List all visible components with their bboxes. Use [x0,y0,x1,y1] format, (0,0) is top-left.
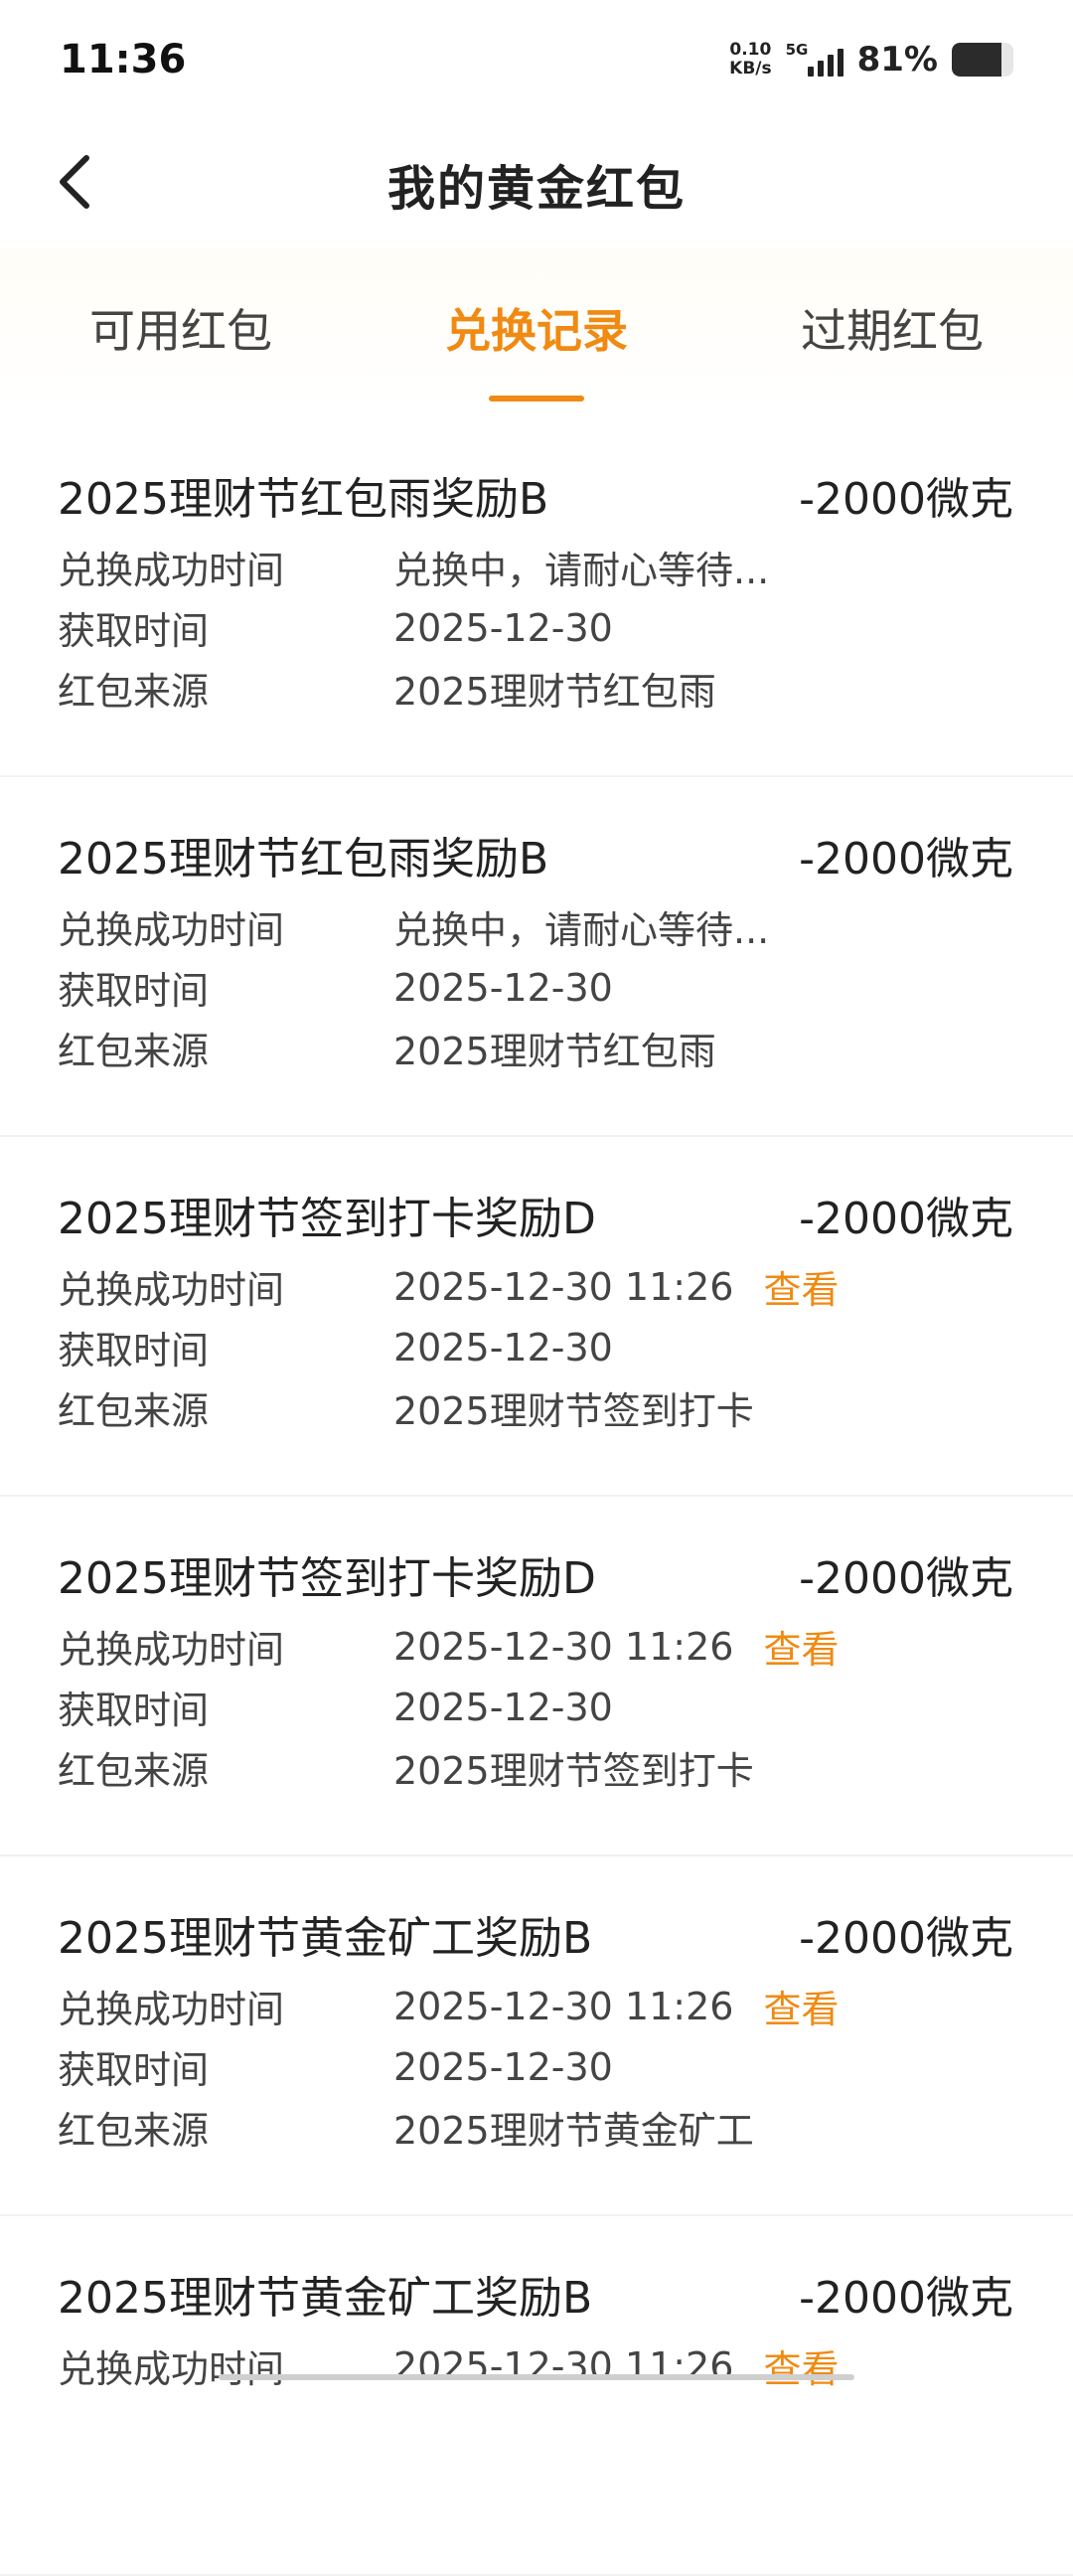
net-speed-unit: KB/s [729,60,771,79]
tab-expired-label: 过期红包 [801,295,984,361]
exchange-time-value: 2025-12-30 11:26 [393,1265,733,1309]
status-time: 11:36 [60,37,186,82]
records-list: 2025理财节红包雨奖励B -2000微克 兑换成功时间 兑换中，请耐心等待..… [0,417,1073,2576]
source-label: 红包来源 [58,1740,393,1795]
record-amount: -2000微克 [799,823,1013,886]
exchange-time-label: 兑换成功时间 [58,540,393,594]
tab-exchange-records-label: 兑换记录 [445,295,628,361]
view-link[interactable]: 查看 [763,1619,839,1674]
exchange-time-value: 兑换中，请耐心等待... [393,899,769,954]
source-value: 2025理财节红包雨 [393,1021,716,1075]
exchange-time-value: 2025-12-30 11:26 [393,1625,733,1669]
list-item[interactable]: 2025理财节红包雨奖励B -2000微克 兑换成功时间 兑换中，请耐心等待..… [0,777,1073,1137]
source-value: 2025理财节红包雨 [393,661,716,716]
record-amount: -2000微克 [799,1542,1013,1606]
record-amount: -2000微克 [799,1902,1013,1966]
chevron-left-icon [55,152,94,212]
record-title: 2025理财节黄金矿工奖励B [58,1902,592,1966]
tab-bar: 可用红包 兑换记录 过期红包 [0,248,1073,407]
record-title: 2025理财节黄金矿工奖励B [58,2262,592,2326]
nav-bar: 我的黄金红包 [0,119,1073,248]
obtain-time-label: 获取时间 [58,1320,393,1374]
list-item[interactable]: 2025理财节红包雨奖励B -2000微克 兑换成功时间 兑换中，请耐心等待..… [0,417,1073,777]
tab-exchange-records[interactable]: 兑换记录 [415,248,658,407]
obtain-time-label: 获取时间 [58,600,393,655]
source-value: 2025理财节签到打卡 [393,1380,754,1435]
obtain-time-label: 获取时间 [58,2039,393,2094]
list-item[interactable]: 2025理财节黄金矿工奖励B -2000微克 兑换成功时间 2025-12-30… [0,2216,1073,2576]
net-speed: 0.10 KB/s [729,41,771,79]
obtain-time-value: 2025-12-30 [393,966,613,1010]
view-link[interactable]: 查看 [763,1259,839,1314]
tab-available[interactable]: 可用红包 [60,248,302,407]
record-amount: -2000微克 [799,2262,1013,2326]
signal-icon: 5G [786,43,843,77]
exchange-time-value: 兑换中，请耐心等待... [393,540,769,594]
obtain-time-value: 2025-12-30 [393,1686,613,1729]
exchange-time-value: 2025-12-30 11:26 [393,1985,733,2028]
obtain-time-label: 获取时间 [58,960,393,1015]
network-type: 5G [786,41,809,59]
record-title: 2025理财节红包雨奖励B [58,463,548,527]
status-icons: 0.10 KB/s 5G 81% [729,40,1013,80]
battery-icon [952,43,1013,77]
obtain-time-label: 获取时间 [58,1680,393,1734]
record-amount: -2000微克 [799,463,1013,527]
source-label: 红包来源 [58,2100,393,2155]
record-title: 2025理财节签到打卡奖励D [58,1542,596,1606]
obtain-time-value: 2025-12-30 [393,2045,613,2089]
battery-percent: 81% [857,40,938,80]
exchange-time-label: 兑换成功时间 [58,1619,393,1674]
source-value: 2025理财节黄金矿工 [393,2100,754,2155]
view-link[interactable]: 查看 [763,1979,839,2033]
net-speed-value: 0.10 [729,41,771,60]
list-item[interactable]: 2025理财节黄金矿工奖励B -2000微克 兑换成功时间 2025-12-30… [0,1856,1073,2216]
exchange-time-label: 兑换成功时间 [58,1259,393,1314]
source-value: 2025理财节签到打卡 [393,1740,754,1795]
tab-available-label: 可用红包 [89,295,272,361]
obtain-time-value: 2025-12-30 [393,606,613,650]
obtain-time-value: 2025-12-30 [393,1326,613,1369]
page-title: 我的黄金红包 [387,149,686,219]
source-label: 红包来源 [58,1380,393,1435]
exchange-time-label: 兑换成功时间 [58,899,393,954]
source-label: 红包来源 [58,1021,393,1075]
status-bar: 11:36 0.10 KB/s 5G 81% [0,0,1073,119]
record-title: 2025理财节红包雨奖励B [58,823,548,886]
tab-expired[interactable]: 过期红包 [771,248,1013,407]
home-indicator[interactable] [0,2367,1073,2385]
list-item[interactable]: 2025理财节签到打卡奖励D -2000微克 兑换成功时间 2025-12-30… [0,1137,1073,1497]
record-title: 2025理财节签到打卡奖励D [58,1183,596,1246]
source-label: 红包来源 [58,661,393,716]
back-button[interactable] [40,147,109,217]
active-tab-indicator [489,396,584,402]
exchange-time-label: 兑换成功时间 [58,1979,393,2033]
record-amount: -2000微克 [799,1183,1013,1246]
list-item[interactable]: 2025理财节签到打卡奖励D -2000微克 兑换成功时间 2025-12-30… [0,1497,1073,1856]
